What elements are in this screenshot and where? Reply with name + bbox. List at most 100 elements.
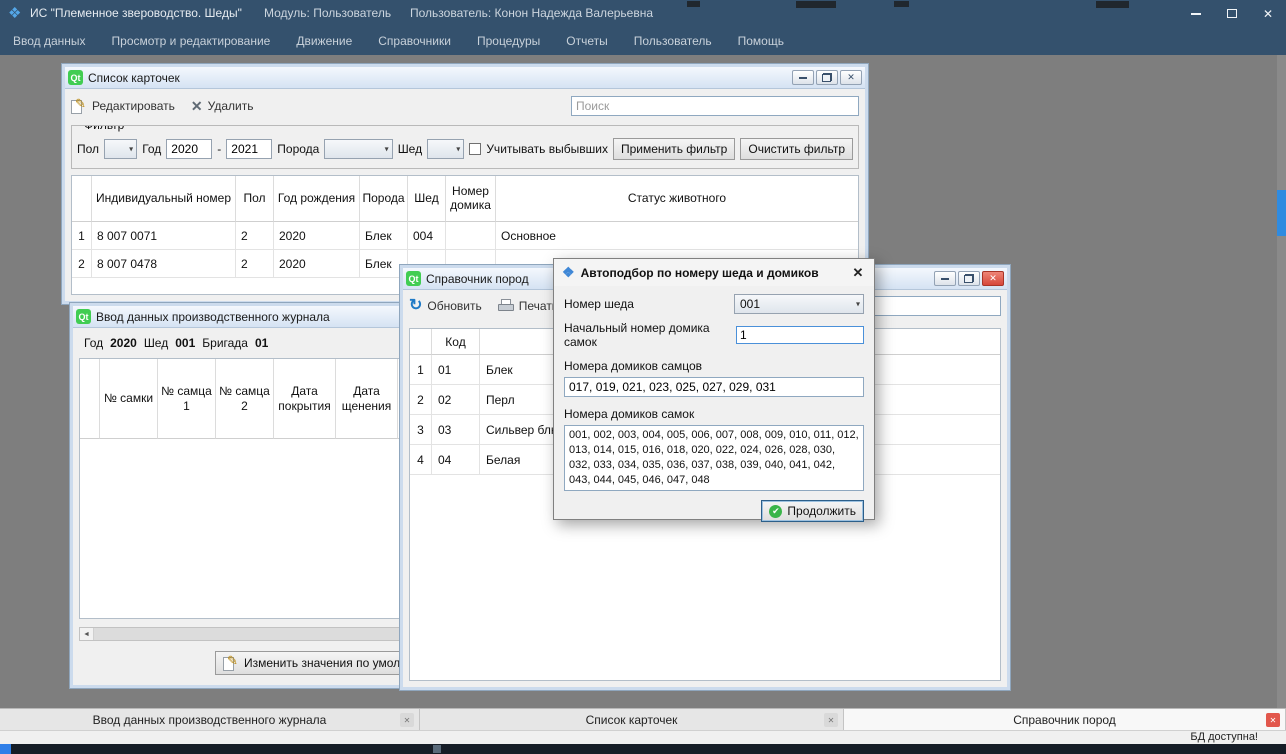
window-controls: ✕ [1178,0,1286,27]
restore-button[interactable] [958,271,980,286]
shed-label: Шед [144,336,168,350]
start-house-input[interactable] [736,326,864,344]
year-to-input[interactable] [226,139,272,159]
column-header[interactable]: Код [432,329,480,355]
chevron-down-icon: ▾ [385,145,389,154]
close-button[interactable]: ✕ [982,271,1004,286]
tab-close-button[interactable]: ✕ [400,713,414,727]
menu-bar: Ввод данных Просмотр и редактирование Дв… [0,27,1286,55]
print-button[interactable]: Печать [498,299,558,313]
edit-button-label: Редактировать [92,99,175,113]
tab-production-journal[interactable]: Ввод данных производственного журнала ✕ [0,709,420,730]
breed-combo[interactable]: ▾ [324,139,392,159]
sex-combo[interactable]: ▾ [104,139,137,159]
desktop-artifact [894,1,909,7]
search-input[interactable] [571,96,859,116]
column-header[interactable]: № самки [100,359,158,439]
column-header[interactable]: Дата покрытия [274,359,336,439]
column-header[interactable]: Год рождения [274,176,360,222]
continue-button-label: Продолжить [787,504,856,518]
column-header[interactable]: Пол [236,176,274,222]
app-icon: ❖ [8,4,21,23]
row-number: 2 [72,250,92,278]
print-icon [498,299,514,313]
clear-filter-button[interactable]: Очистить фильтр [740,138,853,160]
menu-data-entry[interactable]: Ввод данных [0,27,99,55]
edit-icon: ✎ [223,655,239,672]
close-button[interactable]: ✕ [840,70,862,85]
table-cell: 02 [432,385,480,415]
dialog-body: Номер шеда 001 ▾ Начальный номер домика … [554,286,874,530]
table-row[interactable]: 1 8 007 0071 2 2020 Блек 004 Основное [72,222,858,250]
male-houses-label: Номера домиков самцов [564,359,864,373]
minimize-button[interactable] [792,70,814,85]
status-bar: БД доступна! [0,730,1286,744]
edit-button[interactable]: ✎ Редактировать [71,98,175,115]
year-from-input[interactable] [166,139,212,159]
close-button[interactable]: ✕ [842,259,874,286]
delete-button[interactable]: ✕ Удалить [191,98,254,115]
brigade-value: 01 [255,336,268,350]
tab-breeds-reference[interactable]: Справочник пород ✕ [844,709,1286,730]
male-houses-input[interactable] [564,377,864,397]
include-retired-checkbox[interactable] [469,143,481,155]
vertical-scrollbar-track[interactable] [1277,55,1286,708]
dialog-titlebar[interactable]: ❖ Автоподбор по номеру шеда и домиков ✕ [554,259,874,286]
apply-filter-button[interactable]: Применить фильтр [613,138,735,160]
column-header[interactable]: Номер домика [446,176,496,222]
close-button[interactable]: ✕ [1250,0,1286,27]
column-header[interactable]: Дата щенения [336,359,398,439]
scroll-left-arrow[interactable]: ◄ [80,628,94,640]
row-number: 4 [410,445,432,475]
table-cell: 04 [432,445,480,475]
column-header[interactable]: Шед [408,176,446,222]
menu-references[interactable]: Справочники [365,27,464,55]
menu-movement[interactable]: Движение [283,27,365,55]
restore-button[interactable] [816,70,838,85]
tab-card-list[interactable]: Список карточек ✕ [420,709,844,730]
table-cell: 03 [432,415,480,445]
desktop-artifact [1096,1,1129,8]
year-dash: - [217,142,221,156]
column-header[interactable]: № самца 2 [216,359,274,439]
menu-procedures[interactable]: Процедуры [464,27,553,55]
menu-help[interactable]: Помощь [725,27,797,55]
column-header[interactable]: Порода [360,176,408,222]
table-cell: 01 [432,355,480,385]
filter-group-label: Фильтр [80,125,128,132]
maximize-button[interactable] [1214,0,1250,27]
app-user-label: Пользователь: Конон Надежда Валерьевна [410,0,653,27]
shed-number-combo[interactable]: 001 ▾ [734,294,864,314]
tab-close-button[interactable]: ✕ [824,713,838,727]
column-header[interactable]: Индивидуальный номер [92,176,236,222]
column-header[interactable]: Статус животного [496,176,858,222]
shed-combo[interactable]: ▾ [427,139,464,159]
close-icon: ✕ [847,73,855,82]
delete-icon: ✕ [191,98,203,115]
corner-cell [72,176,92,222]
start-button[interactable] [0,744,11,754]
female-houses-textarea[interactable]: 001, 002, 003, 004, 005, 006, 007, 008, … [564,425,864,491]
refresh-button[interactable]: ↻ Обновить [409,298,482,314]
minimize-button[interactable] [1178,0,1214,27]
continue-button[interactable]: ✔ Продолжить [761,500,864,522]
taskbar-icon[interactable] [433,745,441,753]
desktop-artifact [796,1,836,8]
minimize-button[interactable] [934,271,956,286]
vertical-scrollbar-thumb[interactable] [1277,190,1286,236]
menu-reports[interactable]: Отчеты [553,27,620,55]
app-titlebar[interactable]: ❖ ИС "Племенное звероводство. Шеды" Моду… [0,0,1286,27]
table-cell: Основное [496,222,858,250]
breed-label: Порода [277,142,319,156]
menu-view-edit[interactable]: Просмотр и редактирование [99,27,284,55]
column-header[interactable]: № самца 1 [158,359,216,439]
desktop-artifact [687,1,700,7]
tab-close-button[interactable]: ✕ [1266,713,1280,727]
refresh-button-label: Обновить [427,299,481,313]
close-icon: ✕ [1263,8,1273,20]
card-list-titlebar[interactable]: Qt Список карточек ✕ [65,67,865,89]
close-icon: ✕ [404,716,411,725]
menu-user[interactable]: Пользователь [621,27,725,55]
check-icon: ✔ [769,505,782,518]
card-list-title: Список карточек [88,71,787,85]
